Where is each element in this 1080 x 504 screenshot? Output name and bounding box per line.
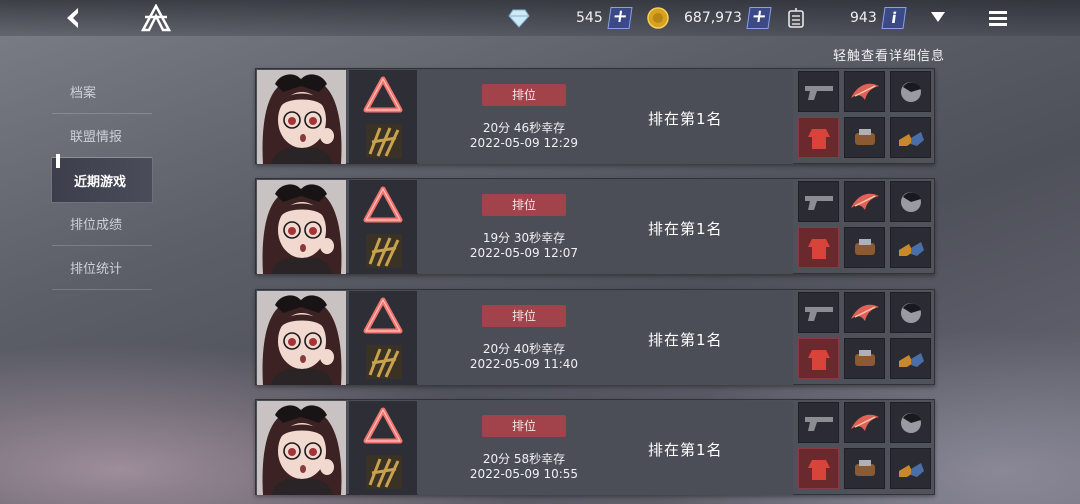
gauntlet-icon [844, 117, 885, 158]
top-bar: 545 + 687,973 + 943 i [0, 0, 1080, 36]
boots-icon [890, 448, 931, 489]
match-date: 2022-05-09 10:55 [469, 467, 579, 481]
character-portrait [257, 401, 346, 495]
match-date: 2022-05-09 12:07 [469, 246, 579, 260]
emblem-column [349, 291, 417, 385]
character-portrait [257, 291, 346, 385]
gold-coin-icon [647, 7, 669, 33]
claw-mark-icon [366, 234, 402, 268]
match-rank: 排在第1名 [648, 220, 723, 238]
survival-time: 20分 40秒幸存 [482, 342, 566, 356]
match-card[interactable]: 排位 20分 46秒幸存 2022-05-09 12:29 排在第1名 [255, 68, 935, 164]
disc-icon [890, 402, 931, 443]
game-mode-badge: 排位 [482, 305, 566, 327]
pistol-icon [798, 71, 839, 112]
rank-triangle-icon [363, 186, 403, 224]
tap-for-details-hint: 轻触查看详细信息 [833, 49, 946, 64]
boots-icon [890, 117, 931, 158]
match-card[interactable]: 排位 20分 40秒幸存 2022-05-09 11:40 排在第1名 [255, 289, 935, 385]
disc-icon [890, 292, 931, 333]
jacket-icon [798, 227, 839, 268]
sidebar-item-profile[interactable]: 档案 [52, 70, 152, 114]
equipment-grid [796, 402, 932, 494]
match-rank: 排在第1名 [648, 110, 723, 128]
emblem-column [349, 70, 417, 164]
equipment-grid [796, 181, 932, 273]
sidebar-item-recent-games[interactable]: 近期游戏 [52, 154, 152, 202]
match-rank: 排在第1名 [648, 331, 723, 349]
game-mode-badge: 排位 [482, 84, 566, 106]
survival-time: 20分 58秒幸存 [482, 452, 566, 466]
equipment-grid [796, 292, 932, 384]
rank-triangle-icon [363, 297, 403, 335]
disc-icon [890, 181, 931, 222]
match-rank: 排在第1名 [648, 441, 723, 459]
game-mode-badge: 排位 [482, 194, 566, 216]
match-info: 排位 20分 46秒幸存 2022-05-09 12:29 排在第1名 [418, 70, 793, 164]
rank-triangle-icon [363, 76, 403, 114]
gem-count: 545 [576, 10, 603, 26]
pistol-icon [798, 292, 839, 333]
jacket-icon [798, 117, 839, 158]
credit-count: 943 [850, 10, 877, 26]
wing-icon [844, 71, 885, 112]
claw-mark-icon [366, 345, 402, 379]
disc-icon [890, 71, 931, 112]
gauntlet-icon [844, 227, 885, 268]
survival-time: 19分 30秒幸存 [482, 231, 566, 245]
triangle-down-icon[interactable] [929, 9, 947, 29]
gauntlet-icon [844, 448, 885, 489]
match-date: 2022-05-09 11:40 [469, 357, 579, 371]
match-date: 2022-05-09 12:29 [469, 136, 579, 150]
sidebar-item-ranked-results[interactable]: 排位成绩 [52, 202, 152, 246]
sidebar-item-ranked-stats[interactable]: 排位统计 [52, 246, 152, 290]
wing-icon [844, 292, 885, 333]
rank-triangle-icon [363, 407, 403, 445]
match-card[interactable]: 排位 20分 58秒幸存 2022-05-09 10:55 排在第1名 [255, 399, 935, 495]
equipment-grid [796, 71, 932, 163]
boots-icon [890, 227, 931, 268]
game-mode-badge: 排位 [482, 415, 566, 437]
match-card[interactable]: 排位 19分 30秒幸存 2022-05-09 12:07 排在第1名 [255, 178, 935, 274]
add-gems-button[interactable]: + [607, 6, 633, 29]
emblem-column [349, 180, 417, 274]
survival-time: 20分 46秒幸存 [482, 121, 566, 135]
match-info: 排位 20分 40秒幸存 2022-05-09 11:40 排在第1名 [418, 291, 793, 385]
back-arrow-icon[interactable] [62, 5, 88, 31]
character-portrait [257, 70, 346, 164]
jacket-icon [798, 448, 839, 489]
claw-mark-icon [366, 124, 402, 158]
sidebar-item-union-info[interactable]: 联盟情报 [52, 114, 152, 158]
emblem-column [349, 401, 417, 495]
jacket-icon [798, 338, 839, 379]
credit-icon [786, 7, 806, 33]
eternal-return-logo-icon[interactable] [140, 3, 172, 32]
credit-info-button[interactable]: i [881, 7, 907, 29]
wing-icon [844, 402, 885, 443]
hamburger-menu-icon[interactable] [988, 9, 1008, 31]
coin-count: 687,973 [684, 10, 742, 26]
pistol-icon [798, 402, 839, 443]
match-info: 排位 19分 30秒幸存 2022-05-09 12:07 排在第1名 [418, 180, 793, 274]
match-info: 排位 20分 58秒幸存 2022-05-09 10:55 排在第1名 [418, 401, 793, 495]
pistol-icon [798, 181, 839, 222]
wing-icon [844, 181, 885, 222]
add-coins-button[interactable]: + [746, 6, 772, 29]
claw-mark-icon [366, 455, 402, 489]
profile-sidebar: 档案 联盟情报 近期游戏 排位成绩 排位统计 [52, 70, 152, 290]
gauntlet-icon [844, 338, 885, 379]
character-portrait [257, 180, 346, 274]
crystal-icon [508, 8, 530, 32]
boots-icon [890, 338, 931, 379]
